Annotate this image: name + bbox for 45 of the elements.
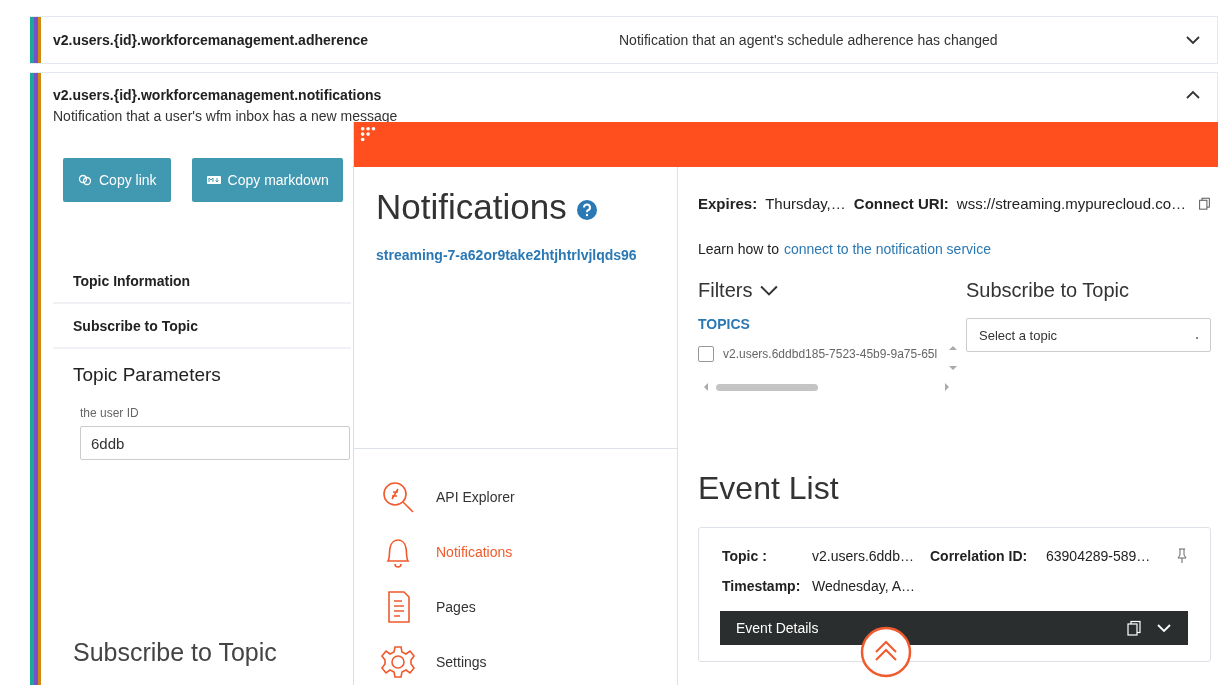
filters-toggle[interactable]: Filters — [698, 279, 966, 302]
learn-text: Learn how to — [698, 241, 779, 257]
topic-description: Notification that an agent's schedule adherence has changed — [619, 32, 999, 48]
topic-select[interactable]: Select a topic — [966, 318, 1211, 352]
expires-value: Thursday,… — [765, 195, 846, 212]
user-id-field[interactable]: 6ddb — [80, 426, 350, 460]
nav-item[interactable]: Pages — [380, 589, 677, 625]
correlation-value: 63904289-589… — [1046, 548, 1151, 564]
timestamp-value: Wednesday, A… — [812, 578, 915, 594]
topic-checkbox[interactable] — [698, 346, 714, 362]
learn-link[interactable]: connect to the notification service — [783, 241, 991, 257]
copy-icon[interactable] — [1126, 620, 1142, 636]
topics-label: TOPICS — [698, 316, 751, 332]
topic-label: Topic : — [722, 548, 768, 564]
dots-logo-icon — [360, 126, 378, 144]
vertical-scrollbar[interactable] — [948, 346, 958, 370]
panel-title: Notifications — [376, 187, 567, 227]
help-icon[interactable] — [576, 200, 597, 220]
nav-item[interactable]: API Explorer — [380, 479, 677, 515]
section-header[interactable]: Topic Information — [53, 259, 351, 304]
uri-label: Connect URI: — [853, 195, 949, 212]
topic-description: Notification that a user's wfm inbox has a new message — [53, 108, 399, 124]
topic-value: v2.users.6ddb… — [812, 548, 915, 564]
field-label: the user ID — [80, 406, 140, 420]
pin-icon[interactable] — [1176, 548, 1188, 564]
magnifier-icon — [380, 479, 416, 515]
section-header[interactable]: Subscribe to Topic — [53, 304, 351, 349]
topic-title[interactable]: v2.users.{id}.workforcemanagement.adherence — [53, 32, 619, 48]
correlation-label: Correlation ID: — [930, 548, 1029, 564]
settings-icon — [380, 644, 416, 680]
timestamp-label: Timestamp: — [722, 578, 802, 594]
nav-item[interactable]: Settings — [380, 644, 677, 680]
topic-filter-label: v2.users.6ddbd185-7523-45b9-9a75-65l — [723, 347, 938, 361]
uri-value: wss://streaming.mypurecloud.co… — [956, 195, 1187, 212]
parameters-heading: Topic Parameters — [73, 364, 221, 386]
subscribe-heading: Subscribe to Topic — [73, 638, 277, 667]
channel-link[interactable]: streaming-7-a62or9take2htjhtrlvjlqds96 — [376, 247, 637, 263]
event-details-bar[interactable]: Event Details — [720, 611, 1188, 645]
link-icon — [77, 172, 93, 188]
event-list-heading: Event List — [698, 470, 840, 507]
topic-title[interactable]: v2.users.{id}.workforcemanagement.notifications — [53, 87, 1185, 103]
horizontal-scrollbar[interactable] — [704, 382, 949, 392]
subscribe-heading: Subscribe to Topic — [966, 279, 1131, 302]
scroll-top-button[interactable] — [860, 626, 912, 678]
expires-label: Expires: — [698, 195, 758, 212]
